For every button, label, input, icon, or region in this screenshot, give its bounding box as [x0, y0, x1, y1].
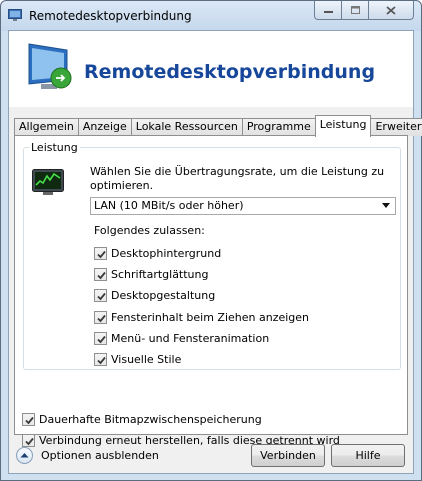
performance-monitor-icon: [32, 169, 64, 195]
options-toggle[interactable]: Optionen ausblenden: [16, 447, 159, 464]
checkmark-icon: [97, 335, 106, 344]
remote-desktop-logo-icon: [28, 43, 72, 89]
performance-description: Wählen Sie die Übertragungsrate, um die …: [90, 165, 385, 192]
banner: Remotedesktopverbindung: [9, 31, 413, 107]
close-button[interactable]: [369, 1, 414, 20]
checkmark-icon: [97, 314, 106, 322]
tab-leistung[interactable]: Leistung: [314, 115, 372, 137]
option-desktopgestaltung[interactable]: Desktopgestaltung: [94, 285, 309, 306]
window-title: Remotedesktopverbindung: [29, 9, 192, 23]
checkbox-label: Menü- und Fensteranimation: [111, 331, 270, 345]
option-menue-fensteranimation[interactable]: Menü- und Fensteranimation: [94, 328, 309, 349]
checkmark-icon: [97, 356, 106, 365]
option-visuelle-stile[interactable]: Visuelle Stile: [94, 349, 309, 370]
option-bitmap-cache[interactable]: Dauerhafte Bitmapzwischenspeicherung: [22, 409, 340, 430]
option-schriftartglaettung[interactable]: Schriftartglättung: [94, 264, 309, 285]
checkbox[interactable]: [94, 247, 107, 261]
tab-allgemein[interactable]: Allgemein: [14, 118, 79, 136]
checkbox-label: Visuelle Stile: [111, 353, 182, 367]
dialog-client-area: Remotedesktopverbindung Allgemein Anzeig…: [8, 30, 422, 474]
option-desktophintergrund[interactable]: Desktophintergrund: [94, 243, 309, 264]
tab-lokale-ressourcen[interactable]: Lokale Ressourcen: [130, 118, 243, 136]
help-button[interactable]: Hilfe: [331, 444, 405, 467]
tab-strip: Allgemein Anzeige Lokale Ressourcen Prog…: [14, 115, 422, 137]
checkbox-label: Desktopgestaltung: [111, 289, 216, 303]
checkbox[interactable]: [94, 353, 107, 367]
connection-speed-value: LAN (10 MBit/s oder höher): [94, 199, 244, 212]
tab-programme[interactable]: Programme: [241, 118, 316, 136]
connect-button[interactable]: Verbinden: [251, 444, 325, 467]
checkbox[interactable]: [94, 268, 107, 282]
chevron-down-icon: [382, 203, 390, 208]
remote-desktop-icon: [8, 9, 22, 21]
checkbox[interactable]: [94, 289, 107, 303]
checkbox[interactable]: [94, 331, 107, 345]
checkbox-label: Fensterinhalt beim Ziehen anzeigen: [111, 310, 310, 324]
allow-label: Folgendes zulassen:: [94, 224, 205, 237]
tab-erweitert[interactable]: Erweitert: [370, 118, 422, 136]
rdp-window: Remotedesktopverbindung Remotedesktopver…: [0, 0, 422, 481]
checkbox[interactable]: [94, 310, 107, 324]
checkbox-label: Dauerhafte Bitmapzwischenspeicherung: [39, 413, 262, 427]
checkmark-icon: [97, 272, 106, 280]
chevron-up-circle-icon: [16, 447, 33, 464]
minimize-button[interactable]: [314, 1, 342, 20]
checkbox-label: Desktophintergrund: [111, 247, 222, 261]
checkbox-label: Schriftartglättung: [111, 268, 209, 282]
performance-group-label: Leistung: [29, 141, 80, 154]
banner-title: Remotedesktopverbindung: [84, 61, 376, 83]
maximize-button[interactable]: [342, 1, 369, 20]
checkbox[interactable]: [22, 434, 35, 448]
close-icon: [386, 5, 396, 15]
maximize-icon: [350, 6, 360, 14]
option-fensterinhalt-ziehen[interactable]: Fensterinhalt beim Ziehen anzeigen: [94, 307, 309, 328]
checkmark-icon: [97, 251, 106, 259]
title-bar[interactable]: Remotedesktopverbindung: [1, 1, 421, 31]
checkmark-icon: [97, 293, 106, 301]
allow-options-list: Desktophintergrund Schriftartglättung De…: [94, 243, 309, 370]
minimize-icon: [323, 11, 333, 13]
performance-group: Leistung Wählen Sie die Übertragungsrate…: [23, 141, 401, 370]
checkmark-icon: [25, 417, 34, 425]
tab-anzeige[interactable]: Anzeige: [77, 118, 132, 136]
options-toggle-label: Optionen ausblenden: [41, 449, 159, 462]
checkbox[interactable]: [22, 413, 35, 427]
checkmark-icon: [25, 438, 34, 446]
connection-speed-select[interactable]: LAN (10 MBit/s oder höher): [90, 197, 396, 215]
tab-panel-leistung: Leistung Wählen Sie die Übertragungsrate…: [14, 135, 408, 448]
window-controls: [314, 1, 414, 21]
